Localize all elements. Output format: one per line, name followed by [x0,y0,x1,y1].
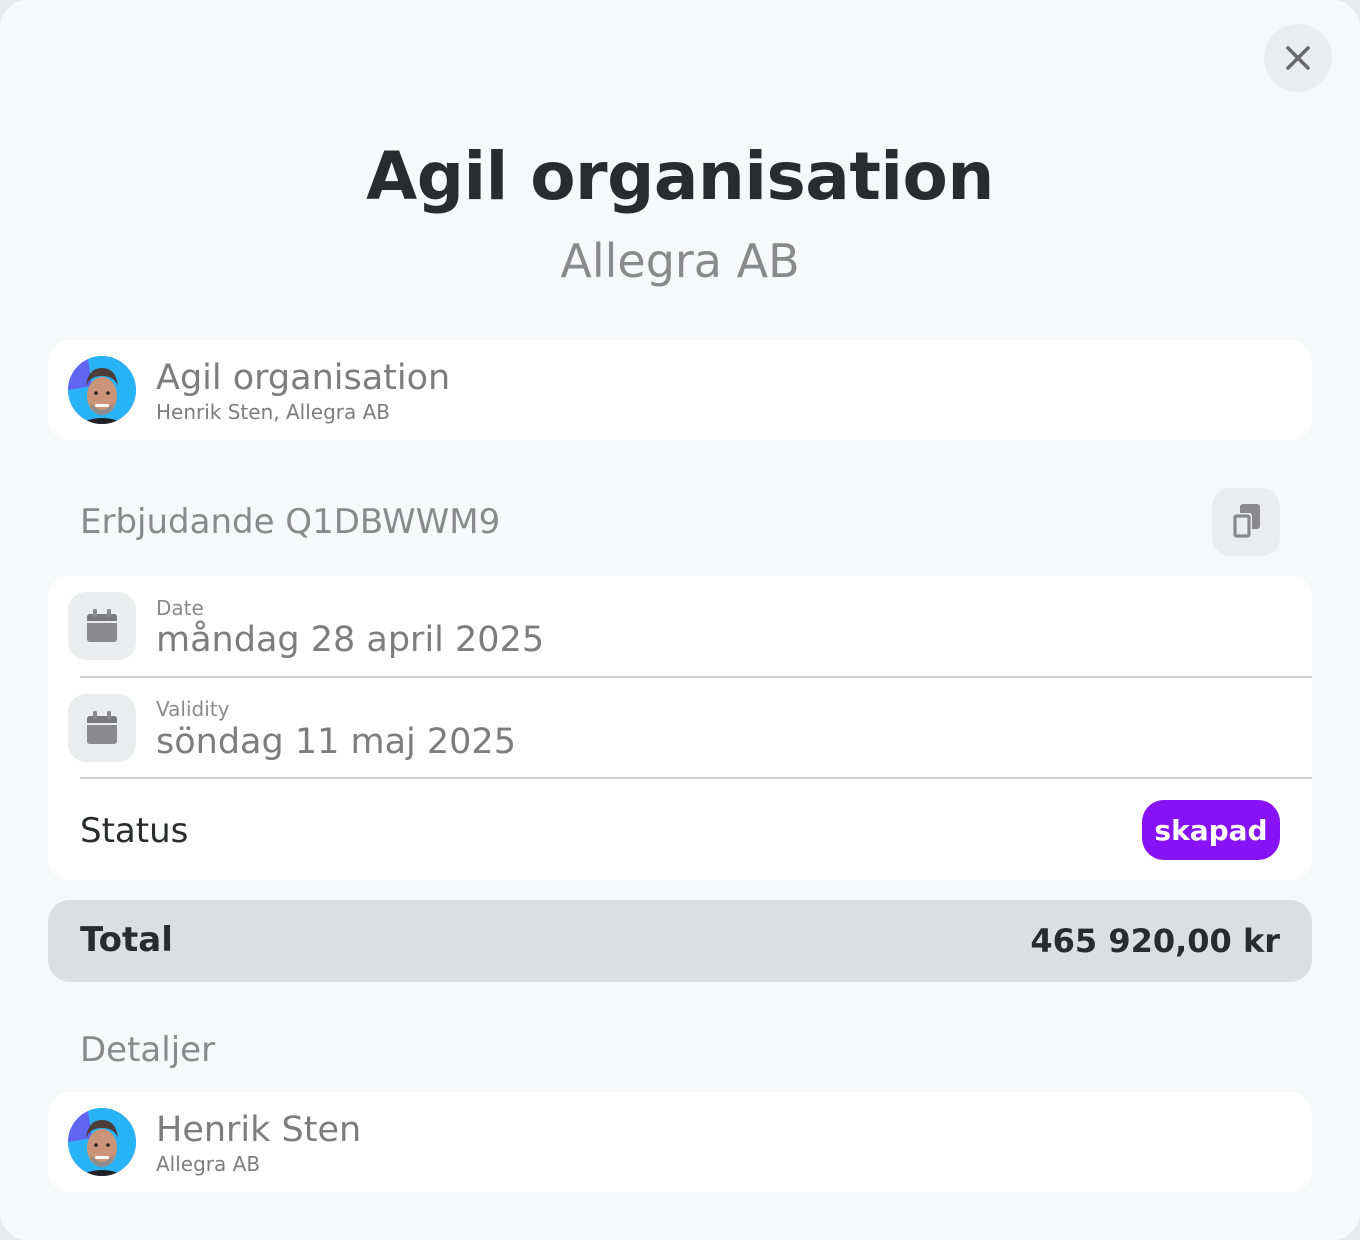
contact-name: Henrik Sten [156,1110,362,1150]
validity-label: Validity [156,697,230,721]
divider [80,676,1312,678]
status-label: Status [80,811,189,851]
total-bar: Total 465 920,00 kr [48,900,1312,982]
status-badge: skapad [1142,800,1280,860]
summary-title: Agil organisation [156,358,451,398]
close-button[interactable] [1264,24,1332,92]
details-heading: Detaljer [80,1030,216,1070]
contact-card[interactable]: Henrik Sten Allegra AB [48,1092,1312,1192]
offer-number-label: Erbjudande Q1DBWWM9 [80,502,501,542]
offer-info-card: Date måndag 28 april 2025 Validity sönda… [48,576,1312,880]
summary-subtitle: Henrik Sten, Allegra AB [156,400,391,424]
page-title: Agil organisation [366,138,994,215]
total-value: 465 920,00 kr [1030,922,1280,960]
calendar-icon [87,609,117,642]
avatar [68,356,136,424]
validity-value: söndag 11 maj 2025 [156,722,516,762]
date-value: måndag 28 april 2025 [156,620,545,660]
offer-modal: Agil organisation Allegra AB Agil organi… [0,0,1360,1240]
offer-summary-card[interactable]: Agil organisation Henrik Sten, Allegra A… [48,340,1312,440]
validity-icon-box [68,694,136,762]
date-icon-box [68,592,136,660]
divider [80,777,1312,779]
calendar-icon [87,711,117,744]
close-icon [1286,46,1310,70]
total-label: Total [80,920,173,960]
date-label: Date [156,596,204,620]
copy-button[interactable] [1212,488,1280,556]
avatar [68,1108,136,1176]
copy-icon [1232,504,1260,539]
contact-company: Allegra AB [156,1152,261,1176]
page-subtitle: Allegra AB [560,234,800,288]
